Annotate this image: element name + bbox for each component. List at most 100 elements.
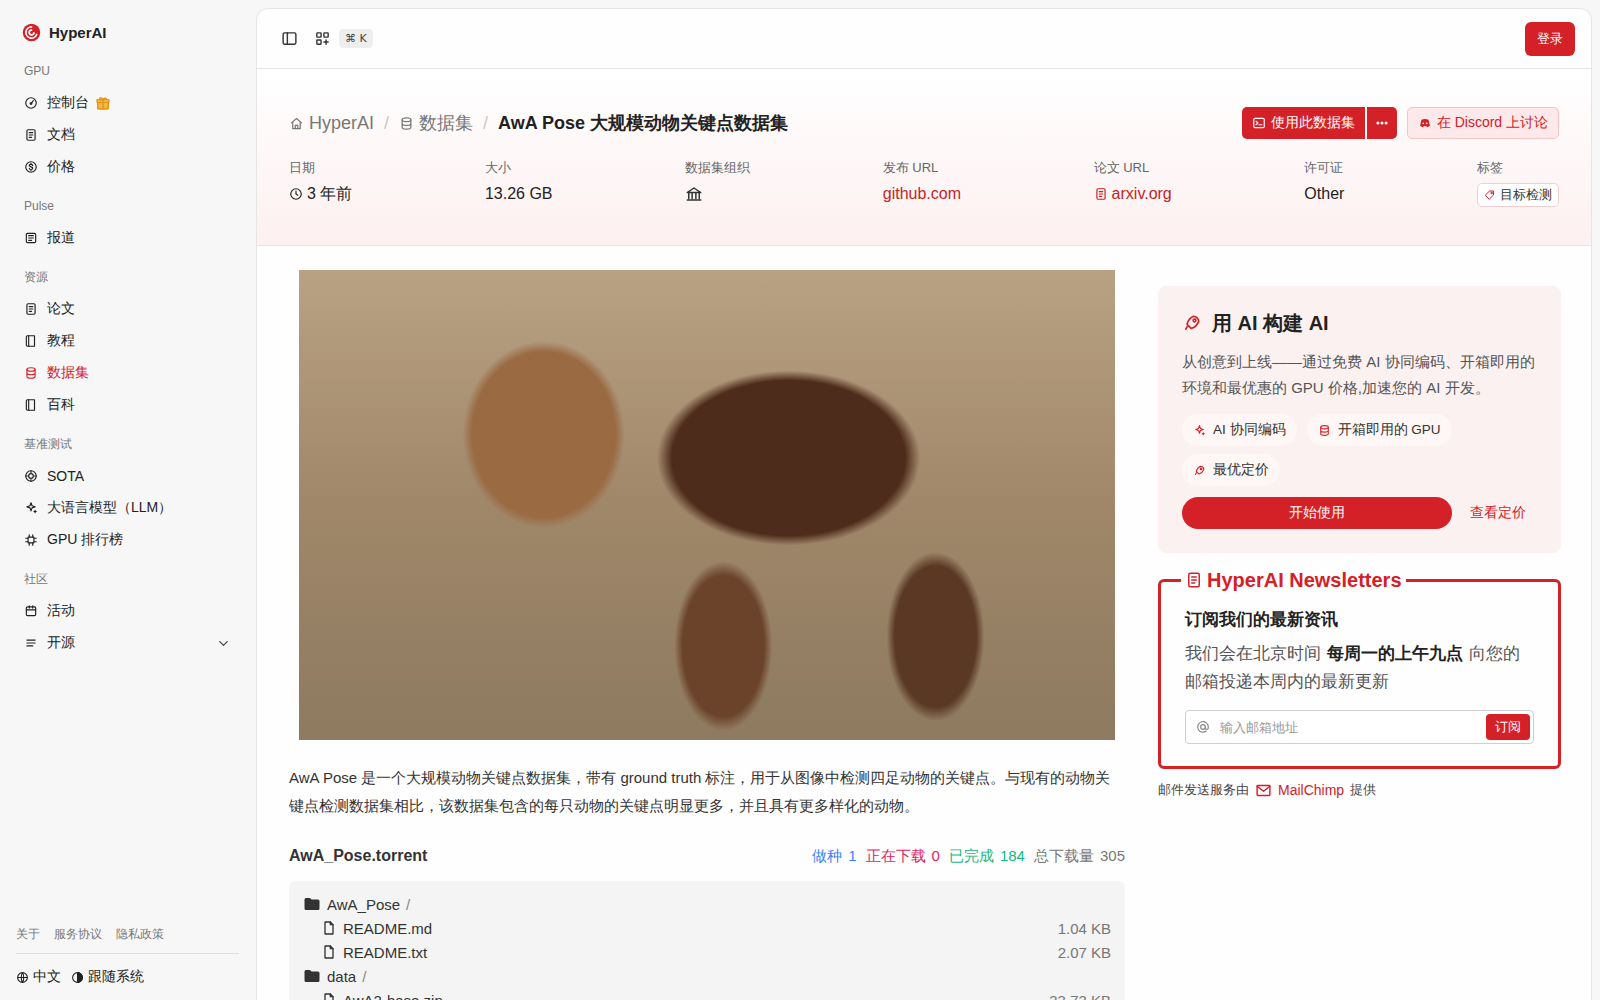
topbar: ⌘ K 登录 (257, 9, 1591, 69)
breadcrumb-item: AwA Pose 大规模动物关键点数据集 (498, 111, 788, 135)
stat-value: 184 (1000, 847, 1025, 866)
torrent-stat: 已完成 184 (949, 847, 1025, 866)
start-button[interactable]: 开始使用 (1182, 497, 1452, 529)
doc-icon (24, 302, 38, 316)
sidebar-item-label: 大语言模型（LLM） (47, 499, 172, 517)
contrast-icon (71, 971, 84, 984)
meta-item: 论文 URL arxiv.org (1094, 159, 1172, 207)
subscribe-button[interactable]: 订阅 (1486, 714, 1530, 740)
meta-value[interactable]: github.com (883, 183, 961, 205)
breadcrumb-item[interactable]: 数据集 (399, 111, 473, 135)
brand-name: HyperAI (49, 24, 107, 41)
db-icon (24, 366, 38, 380)
sidebar-item[interactable]: 论文 (16, 293, 239, 325)
sidebar-item[interactable]: 百科 (16, 389, 239, 421)
sidebar-item[interactable]: GPU 排行榜 (16, 524, 239, 556)
login-button[interactable]: 登录 (1525, 22, 1575, 56)
mailchimp-link[interactable]: MailChimp (1255, 782, 1344, 799)
torrent-stat: 做种 1 (812, 847, 856, 866)
footer-link[interactable]: 隐私政策 (116, 926, 164, 943)
dataset-body: AwA Pose 是一个大规模动物关键点数据集，带有 ground truth … (289, 270, 1125, 1000)
sidebar-item[interactable]: 数据集 (16, 357, 239, 389)
meta-value[interactable]: arxiv.org (1094, 183, 1172, 205)
section-label: 基准测试 (16, 432, 239, 460)
description: AwA Pose 是一个大规模动物关键点数据集，带有 ground truth … (289, 764, 1125, 820)
hyperai-logo-icon (22, 23, 41, 42)
folder-icon (303, 967, 321, 985)
meta-value: 3 年前 (289, 183, 352, 205)
email-input[interactable] (1218, 719, 1478, 736)
rocket-icon (1182, 313, 1202, 333)
content: AwA Pose 是一个大规模动物关键点数据集，带有 ground truth … (257, 246, 1591, 1000)
meta-item: 发布 URL github.com (883, 159, 961, 207)
sidebar-toggle[interactable] (281, 30, 298, 47)
language-switch[interactable]: 中文 (16, 968, 61, 986)
gauge-icon (24, 96, 38, 110)
pricing-link[interactable]: 查看定价 (1470, 504, 1526, 522)
sidebar-item[interactable]: 文档 (16, 119, 239, 151)
file-size: 2.07 KB (1058, 944, 1111, 961)
at-icon (1196, 720, 1210, 734)
clock-icon (289, 187, 303, 201)
expand-toggle[interactable] (216, 636, 231, 651)
file-name: README.txt (321, 944, 427, 961)
discord-button[interactable]: 在 Discord 上讨论 (1407, 107, 1559, 139)
sidebar-item-label: SOTA (47, 468, 84, 484)
sidebar-footer: 关于服务协议隐私政策 中文 跟随系统 (16, 926, 239, 986)
sidebar-item[interactable]: 大语言模型（LLM） (16, 492, 239, 524)
sidebar-item[interactable]: 价格 (16, 151, 239, 183)
meta-label: 日期 (289, 159, 352, 177)
meta-item: 大小 13.26 GB (485, 159, 553, 207)
torrent-name[interactable]: AwA_Pose.torrent (289, 847, 427, 865)
meta-value (685, 183, 750, 205)
list-icon (24, 636, 38, 650)
file-name: AwA_Pose/ (303, 895, 410, 913)
stat-label: 总下载量 (1034, 847, 1094, 866)
sidebar-item-label: 数据集 (47, 364, 89, 382)
path-suffix: / (406, 896, 410, 913)
bank-icon (685, 185, 703, 203)
file-tree: AwA_Pose/ README.md 1.04 KB README.txt 2… (289, 881, 1125, 1000)
file-name: AwA2-base.zip (321, 992, 443, 1000)
theme-switch[interactable]: 跟随系统 (71, 968, 144, 986)
sidebar-item[interactable]: SOTA (16, 460, 239, 492)
promo-actions: 开始使用 查看定价 (1182, 497, 1537, 529)
meta-item: 数据集组织 (685, 159, 750, 207)
file-icon (321, 920, 337, 936)
breadcrumb-item[interactable]: HyperAI (289, 113, 374, 134)
meta-item: 许可证 Other (1304, 159, 1344, 207)
footer-link[interactable]: 服务协议 (54, 926, 102, 943)
stat-value: 0 (932, 847, 940, 866)
schedule: 每周一的上午九点 (1327, 644, 1463, 663)
target-icon (24, 469, 38, 483)
file-size: 1.04 KB (1058, 920, 1111, 937)
metadata: 日期 3 年前 大小 13.26 GB 数据集组织 发布 URL github.co… (289, 159, 1559, 207)
command-button[interactable]: ⌘ K (314, 29, 373, 48)
footer-link[interactable]: 关于 (16, 926, 40, 943)
meta-label: 论文 URL (1094, 159, 1172, 177)
tag-icon (1484, 189, 1496, 201)
newsletter-body: 我们会在北京时间每周一的上午九点向您的邮箱投递本周内的最新更新 (1185, 640, 1534, 696)
sidebar-item[interactable]: 活动 (16, 595, 239, 627)
email-field: 订阅 (1185, 710, 1534, 744)
sidebar-item-label: 活动 (47, 602, 75, 620)
brand[interactable]: HyperAI (16, 16, 239, 48)
meta-value: Other (1304, 183, 1344, 205)
file-size: 33.73 KB (1049, 992, 1111, 1000)
more-button[interactable] (1367, 107, 1397, 139)
sidebar-item[interactable]: 控制台 (16, 87, 239, 119)
mail-provider-note: 邮件发送服务由 MailChimp 提供 (1158, 781, 1561, 799)
news-icon (24, 231, 38, 245)
note-after: 提供 (1350, 781, 1376, 799)
sidebar-item[interactable]: 报道 (16, 222, 239, 254)
meta-value: 目标检测 (1477, 183, 1559, 207)
sparkle-icon (24, 501, 38, 515)
sidebar-item-label: 百科 (47, 396, 75, 414)
dollar-icon (24, 160, 38, 174)
tag[interactable]: 目标检测 (1477, 183, 1559, 207)
folder-icon (303, 895, 321, 913)
db-icon (399, 116, 414, 131)
sidebar-item[interactable]: 开源 (16, 627, 239, 659)
use-dataset-button[interactable]: 使用此数据集 (1242, 107, 1365, 139)
sidebar-item[interactable]: 教程 (16, 325, 239, 357)
